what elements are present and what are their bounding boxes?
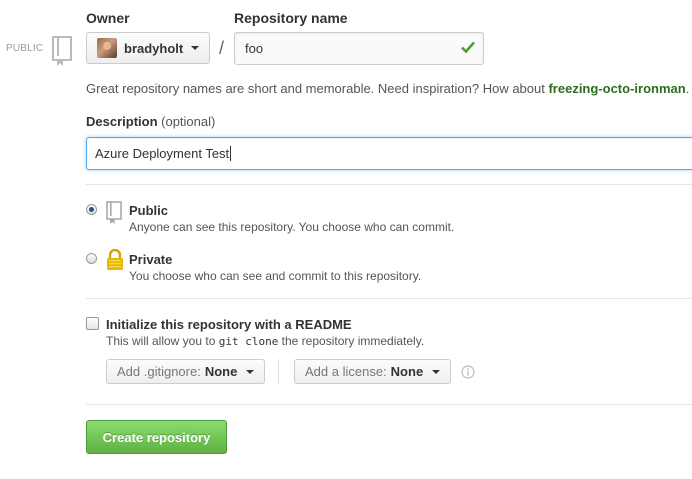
description-label-row: Description (optional): [86, 114, 215, 129]
description-input[interactable]: Azure Deployment Test: [86, 137, 692, 170]
caret-down-icon: [191, 46, 200, 50]
divider: [86, 298, 692, 299]
readme-title[interactable]: Initialize this repository with a README: [106, 317, 352, 332]
lock-icon: [106, 248, 124, 276]
license-select[interactable]: Add a license: None: [294, 359, 452, 384]
owner-label: Owner: [86, 10, 130, 26]
description-value: Azure Deployment Test: [95, 146, 230, 161]
visibility-tag: PUBLIC: [6, 43, 44, 54]
private-title[interactable]: Private: [129, 252, 172, 267]
private-radio[interactable]: [86, 253, 97, 264]
readme-desc-after: the repository immediately.: [278, 334, 425, 348]
text-cursor: [230, 146, 232, 161]
public-desc: Anyone can see this repository. You choo…: [129, 220, 455, 234]
hint-text: Great repository names are short and mem…: [86, 81, 549, 96]
gitignore-label: Add .gitignore:: [117, 364, 201, 379]
public-title[interactable]: Public: [129, 203, 168, 218]
caret-down-icon: [246, 369, 255, 374]
owner-repo-separator: /: [219, 38, 225, 58]
description-optional: (optional): [161, 114, 216, 129]
divider: [86, 404, 692, 405]
check-icon: [460, 39, 476, 58]
repo-icon: [52, 36, 72, 71]
readme-desc: This will allow you to git clone the rep…: [106, 334, 424, 348]
license-value: None: [390, 364, 424, 379]
public-radio[interactable]: [86, 204, 97, 215]
repo-name-label: Repository name: [234, 10, 348, 26]
caret-down-icon: [432, 369, 441, 374]
private-desc: You choose who can see and commit to thi…: [129, 269, 422, 283]
avatar: [97, 38, 117, 58]
create-repository-button[interactable]: Create repository: [86, 420, 227, 454]
description-label: Description: [86, 114, 158, 129]
divider: [86, 184, 692, 185]
gitignore-select[interactable]: Add .gitignore: None: [106, 359, 266, 384]
repo-name-value: foo: [245, 41, 264, 56]
vertical-divider: [278, 359, 279, 384]
repo-name-hint: Great repository names are short and mem…: [86, 81, 689, 96]
readme-desc-before: This will allow you to: [106, 334, 219, 348]
license-label: Add a license:: [305, 364, 387, 379]
name-suggestion-link[interactable]: freezing-octo-ironman: [548, 81, 685, 96]
readme-desc-code: git clone: [218, 335, 279, 348]
public-repo-icon: [106, 201, 122, 230]
info-icon[interactable]: [461, 365, 475, 384]
repo-name-input[interactable]: foo: [234, 32, 484, 65]
init-readme-checkbox[interactable]: [86, 317, 99, 330]
owner-select[interactable]: bradyholt: [86, 32, 210, 64]
hint-end: .: [685, 81, 690, 96]
gitignore-value: None: [204, 364, 238, 379]
owner-name: bradyholt: [124, 40, 184, 56]
